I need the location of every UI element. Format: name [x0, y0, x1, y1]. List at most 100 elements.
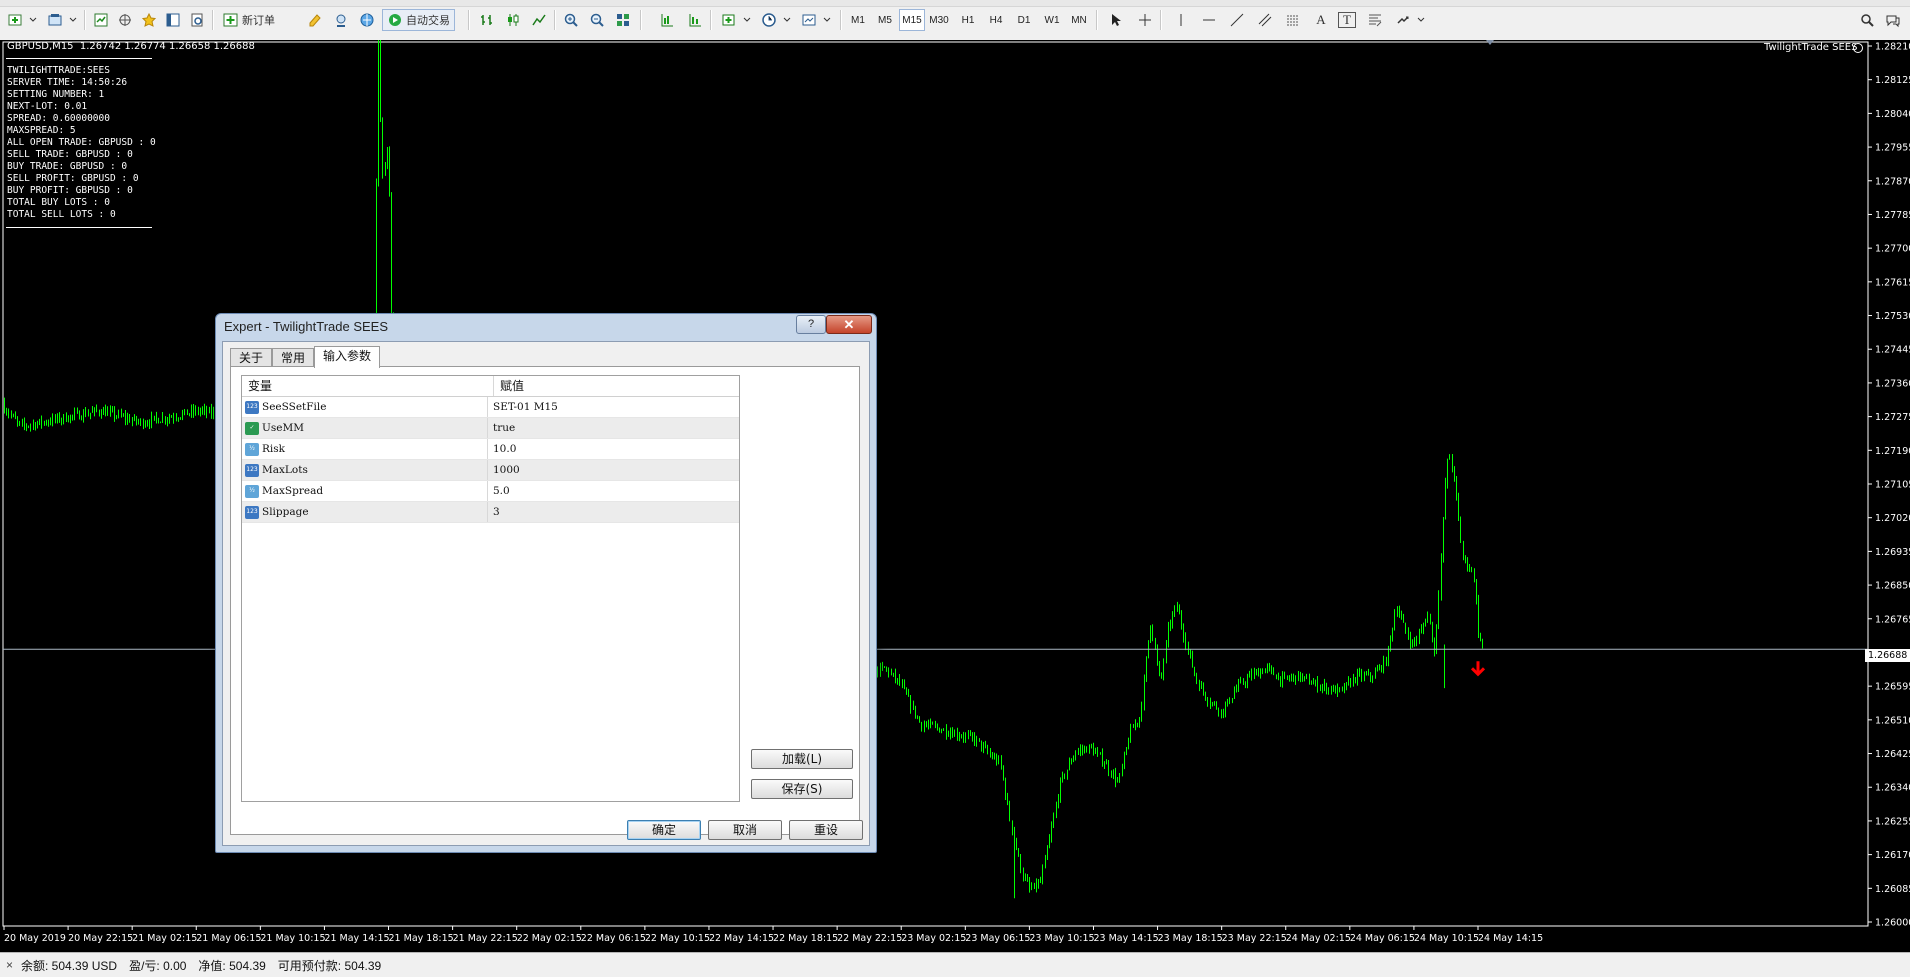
double-param-icon: ½ [245, 484, 259, 498]
text-label-tool-icon[interactable]: T [1338, 12, 1356, 28]
periods-clock-icon[interactable] [758, 9, 780, 31]
price-tick-label: 1.27530 [1875, 311, 1910, 322]
parameter-value[interactable]: 10.0 [488, 439, 516, 459]
zoom-out-icon[interactable] [586, 9, 608, 31]
parameter-name-cell[interactable]: ½ Risk [242, 439, 488, 459]
parameter-name-cell[interactable]: 123 MaxLots [242, 460, 488, 480]
arrows-tool-icon[interactable] [1392, 9, 1414, 31]
trendline-icon[interactable] [1226, 9, 1248, 31]
ea-info-line: TOTAL BUY LOTS : 0 [7, 197, 110, 208]
parameter-value[interactable]: SET-01 M15 [488, 397, 558, 417]
cursor-arrow-icon[interactable] [1105, 9, 1127, 31]
load-button[interactable]: 加载(L) [751, 749, 853, 769]
close-panel-icon[interactable]: × [6, 958, 13, 972]
line-chart-icon[interactable] [528, 9, 550, 31]
inputs-tab-panel: 变量 赋值 123 SeeSSetFile SET-01 M15 ✓ UseMM true… [230, 366, 860, 835]
tab-common[interactable]: 常用 [272, 348, 315, 367]
templates-icon[interactable] [798, 9, 820, 31]
timeframe-m5[interactable]: M5 [872, 9, 898, 31]
parameter-row[interactable]: 123 Slippage 3 [242, 502, 739, 523]
strategy-tester-icon[interactable] [186, 9, 208, 31]
parameter-value[interactable]: 5.0 [488, 481, 510, 501]
candlestick-chart-icon[interactable] [502, 9, 524, 31]
integer-param-icon: 123 [245, 505, 259, 519]
close-button[interactable]: ✕ [826, 315, 872, 334]
reset-button[interactable]: 重设 [789, 820, 863, 840]
chart-shift-icon[interactable] [656, 9, 678, 31]
autoscroll-icon[interactable] [684, 9, 706, 31]
chevron-down-icon[interactable] [66, 9, 80, 31]
parameter-name-cell[interactable]: ½ MaxSpread [242, 481, 488, 501]
timeframe-w1[interactable]: W1 [1039, 9, 1065, 31]
timeframe-m1[interactable]: M1 [845, 9, 871, 31]
parameter-value[interactable]: true [488, 418, 515, 438]
parameter-row[interactable]: 123 SeeSSetFile SET-01 M15 [242, 397, 739, 418]
timeframe-m15[interactable]: M15 [899, 9, 925, 31]
chevron-down-icon[interactable] [26, 9, 40, 31]
market-icon[interactable] [356, 9, 378, 31]
profiles-icon[interactable] [44, 9, 66, 31]
zoom-in-icon[interactable] [560, 9, 582, 31]
dialog-title: Expert - TwilightTrade SEES [224, 319, 389, 334]
save-button[interactable]: 保存(S) [751, 779, 853, 799]
text-tool-icon[interactable]: A [1310, 9, 1332, 31]
parameter-name-cell[interactable]: 123 Slippage [242, 502, 488, 522]
parameter-name-cell[interactable]: 123 SeeSSetFile [242, 397, 488, 417]
chevron-down-icon[interactable] [1414, 9, 1428, 31]
ok-button[interactable]: 确定 [627, 820, 701, 840]
parameter-name: MaxSpread [262, 485, 324, 497]
ea-smiley-icon [1853, 43, 1863, 53]
indicators-icon[interactable] [718, 9, 740, 31]
price-tick-label: 1.26255 [1875, 816, 1910, 827]
auto-trading-button[interactable]: 自动交易 [382, 9, 455, 31]
help-button[interactable]: ? [796, 315, 826, 334]
metaeditor-icon[interactable] [304, 9, 326, 31]
timeframe-h1[interactable]: H1 [955, 9, 981, 31]
chat-icon[interactable] [1882, 9, 1904, 31]
dialog-titlebar[interactable]: Expert - TwilightTrade SEES ? ✕ [216, 314, 876, 338]
parameter-row[interactable]: ½ Risk 10.0 [242, 439, 739, 460]
parameter-value[interactable]: 3 [488, 502, 500, 522]
new-order-button[interactable]: 新订单 [218, 9, 280, 31]
info-divider-bottom [6, 227, 152, 228]
timeframe-mn[interactable]: MN [1066, 9, 1092, 31]
navigator-icon[interactable] [114, 9, 136, 31]
chevron-down-icon[interactable] [740, 9, 754, 31]
parameter-name-cell[interactable]: ✓ UseMM [242, 418, 488, 438]
equidistant-channel-icon[interactable] [1254, 9, 1276, 31]
tab-about[interactable]: 关于 [230, 348, 273, 367]
timeframe-m30[interactable]: M30 [926, 9, 952, 31]
price-tick-label: 1.26170 [1875, 850, 1910, 861]
terminal-window-icon[interactable] [162, 9, 184, 31]
market-watch-icon[interactable] [90, 9, 112, 31]
tab-inputs[interactable]: 输入参数 [314, 346, 381, 368]
ea-info-line: TOTAL SELL LOTS : 0 [7, 209, 116, 220]
column-header-variable[interactable]: 变量 [242, 376, 494, 396]
ea-info-line: MAXSPREAD: 5 [7, 125, 76, 136]
menu-bar [0, 0, 1910, 7]
signals-icon[interactable] [330, 9, 352, 31]
parameter-row[interactable]: ✓ UseMM true [242, 418, 739, 439]
price-tick-label: 1.28125 [1875, 75, 1910, 86]
cancel-button[interactable]: 取消 [708, 820, 782, 840]
parameter-row[interactable]: ½ MaxSpread 5.0 [242, 481, 739, 502]
parameter-row[interactable]: 123 MaxLots 1000 [242, 460, 739, 481]
crosshair-icon[interactable] [1134, 9, 1156, 31]
vertical-line-icon[interactable] [1170, 9, 1192, 31]
chevron-down-icon[interactable] [820, 9, 834, 31]
chevron-down-icon[interactable] [780, 9, 794, 31]
column-header-value[interactable]: 赋值 [494, 376, 524, 396]
new-chart-icon[interactable] [4, 9, 26, 31]
fibonacci-retracement-icon[interactable] [1282, 9, 1304, 31]
main-toolbar: 新订单 自动交易 M1 M5 M15 M30 H1 H4 D1 W1 MN A … [0, 0, 1910, 41]
timeframe-h4[interactable]: H4 [983, 9, 1009, 31]
parameter-name: SeeSSetFile [262, 401, 327, 413]
parameter-value[interactable]: 1000 [488, 460, 520, 480]
bar-chart-icon[interactable] [476, 9, 498, 31]
search-icon[interactable] [1856, 9, 1878, 31]
horizontal-line-icon[interactable] [1198, 9, 1220, 31]
favorites-star-icon[interactable] [138, 9, 160, 31]
fibonacci-tools-icon[interactable] [1364, 9, 1386, 31]
tile-windows-icon[interactable] [612, 9, 634, 31]
timeframe-d1[interactable]: D1 [1011, 9, 1037, 31]
